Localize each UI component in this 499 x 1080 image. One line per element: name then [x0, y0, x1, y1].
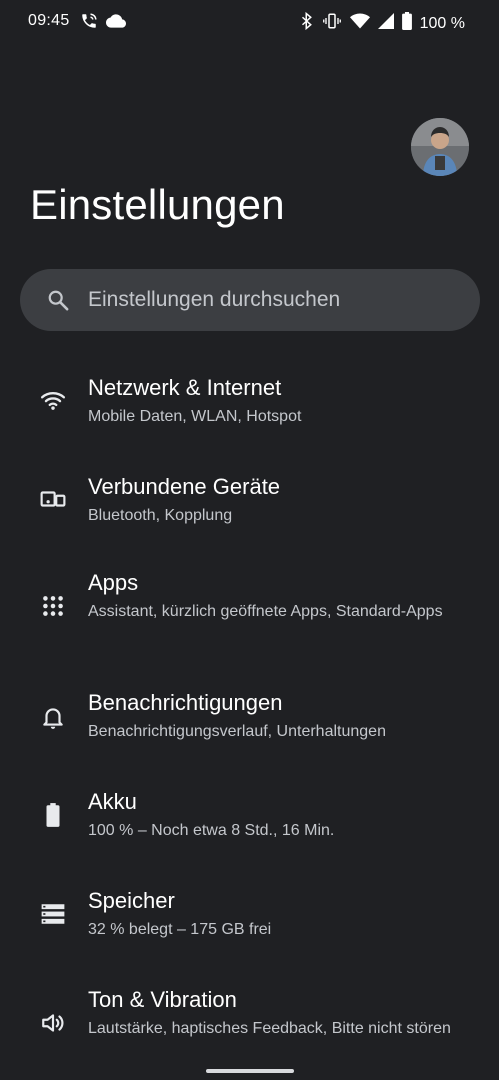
settings-item-title: Apps [88, 570, 139, 595]
settings-item-subtitle: Mobile Daten, WLAN, Hotspot [88, 408, 302, 425]
settings-item-title: Speicher [88, 888, 175, 913]
settings-item-title: Netzwerk & Internet [88, 375, 282, 400]
settings-item-apps[interactable]: Apps Assistant, kürzlich geöffnete Apps,… [0, 553, 499, 673]
settings-item-subtitle: Assistant, kürzlich geöffnete Apps, Stan… [88, 603, 443, 620]
settings-item-subtitle: 32 % belegt – 175 GB frei [88, 921, 272, 938]
settings-item-title: Akku [88, 789, 137, 814]
search-icon [47, 289, 69, 311]
settings-item-notifications[interactable]: Benachrichtigungen Benachrichtigungsverl… [0, 673, 499, 772]
battery-icon [401, 12, 412, 35]
search-input[interactable]: Einstellungen durchsuchen [88, 288, 340, 312]
avatar[interactable] [411, 118, 469, 176]
search-bar[interactable]: Einstellungen durchsuchen [20, 269, 480, 331]
speaker-icon [40, 1010, 66, 1036]
settings-item-subtitle: Lautstärke, haptisches Feedback, Bitte n… [88, 1020, 451, 1037]
settings-item-connected-devices[interactable]: Verbundene Geräte Bluetooth, Kopplung [0, 454, 499, 553]
phone-wifi-call-icon [80, 12, 98, 35]
bluetooth-icon [300, 11, 314, 35]
settings-item-title: Ton & Vibration [88, 987, 237, 1012]
gesture-nav-handle[interactable] [206, 1069, 294, 1073]
settings-item-storage[interactable]: Speicher 32 % belegt – 175 GB frei [0, 871, 499, 970]
cell-signal-icon [377, 13, 394, 34]
status-right: 100 % [300, 11, 465, 35]
devices-icon [40, 486, 66, 512]
bell-icon [40, 704, 66, 730]
settings-item-title: Benachrichtigungen [88, 690, 283, 715]
status-left-icons [80, 12, 126, 35]
status-time: 09:45 [28, 12, 70, 29]
wifi-icon [40, 387, 66, 413]
battery-percent: 100 % [419, 14, 465, 32]
settings-item-subtitle: Bluetooth, Kopplung [88, 507, 233, 524]
battery-icon [40, 802, 66, 828]
storage-icon [40, 901, 66, 927]
settings-item-subtitle: 100 % – Noch etwa 8 Std., 16 Min. [88, 822, 335, 839]
cloud-icon [106, 13, 126, 34]
settings-item-sound[interactable]: Ton & Vibration Lautstärke, haptisches F… [0, 970, 499, 1078]
page-title: Einstellungen [30, 181, 285, 228]
settings-item-network[interactable]: Netzwerk & Internet Mobile Daten, WLAN, … [0, 355, 499, 454]
apps-grid-icon [40, 593, 66, 619]
wifi-icon [349, 13, 370, 34]
settings-item-subtitle: Benachrichtigungsverlauf, Unterhaltungen [88, 723, 386, 740]
settings-item-battery[interactable]: Akku 100 % – Noch etwa 8 Std., 16 Min. [0, 772, 499, 871]
vibrate-icon [322, 12, 342, 35]
settings-item-title: Verbundene Geräte [88, 474, 281, 499]
status-bar: 09:45 100 % [0, 0, 499, 44]
